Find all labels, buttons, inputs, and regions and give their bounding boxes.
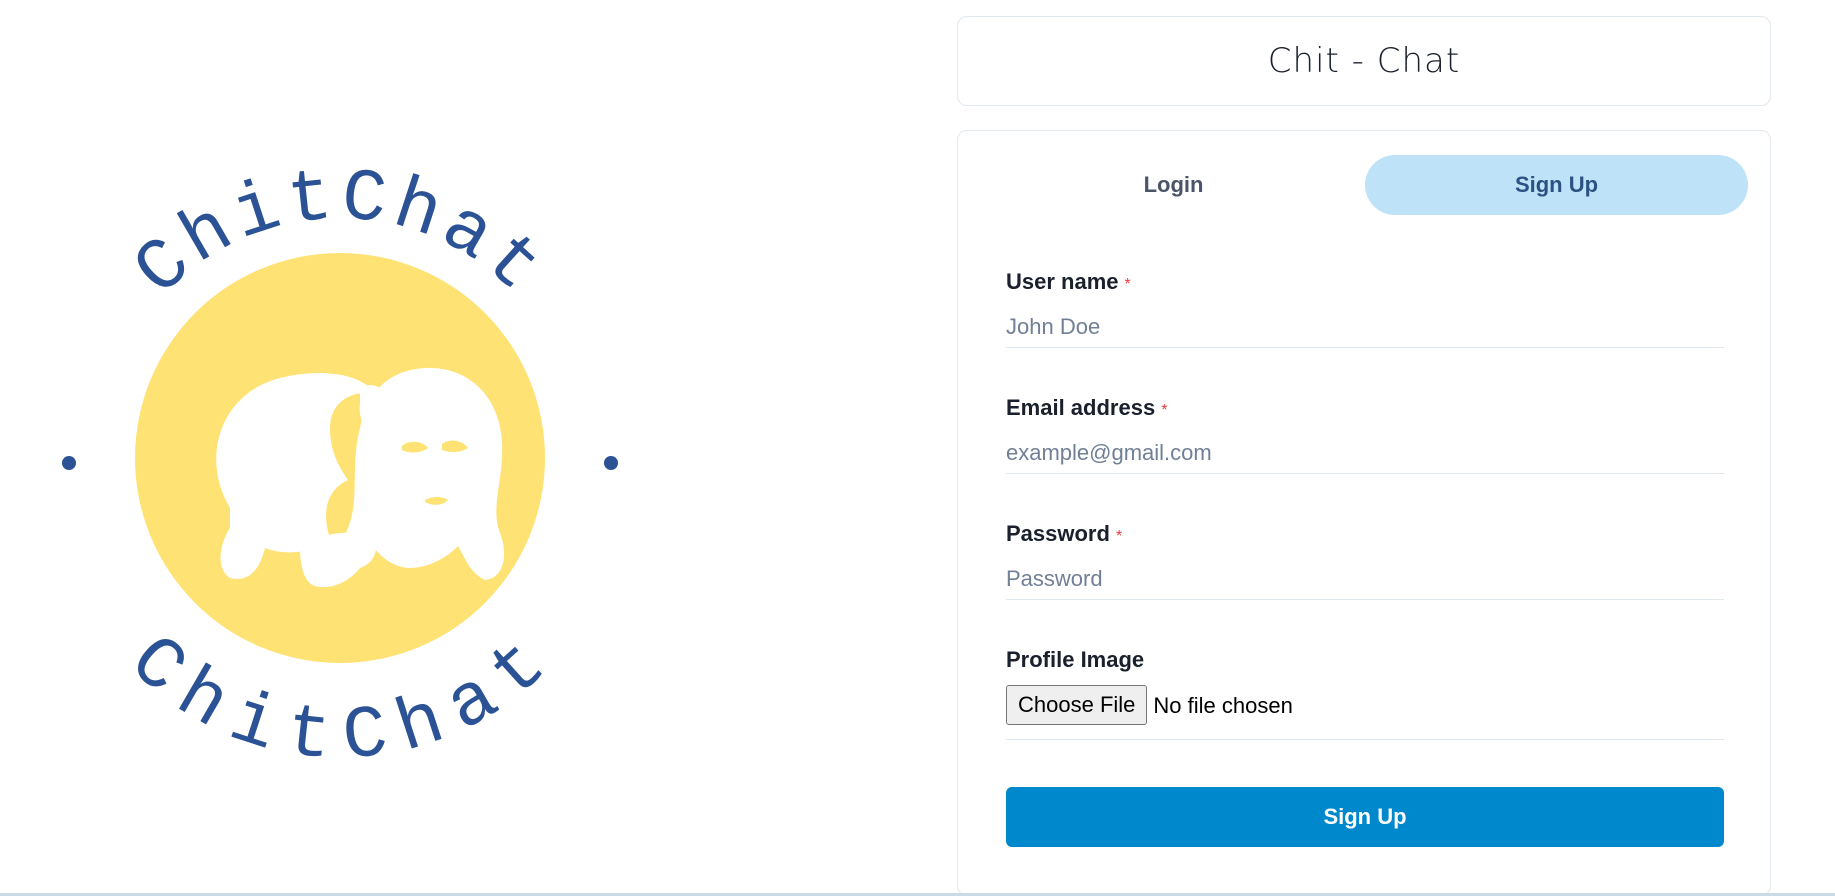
- required-mark: *: [1124, 276, 1131, 293]
- email-label: Email address: [1006, 395, 1156, 420]
- sign-up-button[interactable]: Sign Up: [1006, 787, 1724, 847]
- file-picker: Choose File No file chosen: [1006, 683, 1724, 740]
- required-mark: *: [1161, 402, 1168, 419]
- logo-dot-right: [604, 456, 618, 470]
- chitchat-logo: ChitChat ChitChat: [30, 128, 650, 758]
- username-label: User name: [1006, 269, 1119, 294]
- title-card: Chit - Chat: [957, 16, 1771, 106]
- username-field-group: User name *: [1006, 269, 1724, 348]
- chitchat-emblem-icon: ChitChat ChitChat: [62, 156, 618, 758]
- auth-card: Login Sign Up User name* Email address* …: [957, 130, 1771, 896]
- page-title: Chit - Chat: [1267, 41, 1461, 81]
- required-mark: *: [1115, 528, 1123, 545]
- password-input[interactable]: [1006, 559, 1724, 600]
- tab-sign-up[interactable]: Sign Up: [1365, 155, 1748, 215]
- auth-tabs: Login Sign Up: [982, 155, 1748, 215]
- password-label: Password: [1006, 521, 1110, 546]
- profile-image-label: Profile Image: [1006, 647, 1145, 672]
- email-input[interactable]: [1006, 433, 1724, 474]
- choose-file-button[interactable]: Choose File: [1006, 685, 1148, 725]
- file-status-text: No file chosen: [1153, 693, 1293, 718]
- username-input[interactable]: [1006, 307, 1724, 348]
- logo-dot-left: [62, 456, 76, 470]
- email-field-group: Email address *: [1006, 395, 1724, 474]
- tab-login[interactable]: Login: [982, 155, 1365, 215]
- password-field-group: Password *: [1006, 521, 1724, 600]
- profile-image-field-group: Profile Image Choose File No file chosen: [1006, 647, 1724, 740]
